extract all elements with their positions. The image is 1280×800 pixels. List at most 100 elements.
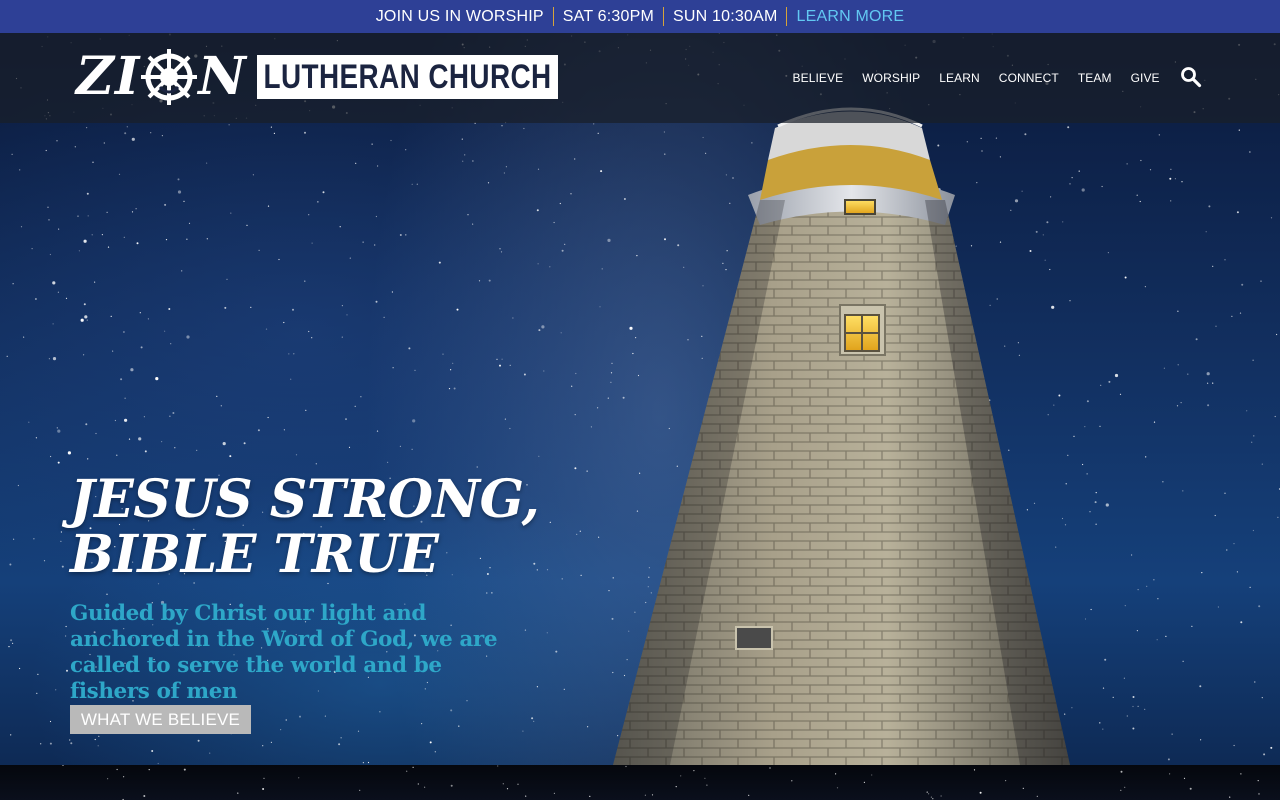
star [461, 138, 463, 140]
nav-connect[interactable]: CONNECT [999, 71, 1059, 85]
star [288, 353, 290, 355]
star [8, 646, 10, 648]
nav-learn[interactable]: LEARN [939, 71, 980, 85]
star [60, 531, 63, 533]
saturday-service-time: SAT 6:30PM [562, 7, 655, 25]
star [1123, 677, 1125, 679]
star [91, 234, 93, 236]
star [354, 405, 356, 407]
star [871, 774, 873, 776]
star [517, 783, 519, 785]
star [112, 350, 114, 352]
star [450, 784, 453, 787]
star [1217, 606, 1219, 608]
star [340, 737, 342, 739]
star [1140, 159, 1142, 162]
headline-line-1: JESUS STRONG, [70, 469, 540, 530]
star [273, 132, 275, 134]
star [1153, 421, 1156, 423]
hero-subtext: Guided by Christ our light and anchored … [70, 601, 498, 704]
star [263, 777, 265, 779]
star [222, 442, 226, 446]
star [564, 243, 566, 245]
star [1238, 129, 1240, 131]
what-we-believe-button[interactable]: WHAT WE BELIEVE [70, 705, 251, 734]
star [1144, 286, 1146, 288]
search-icon[interactable] [1180, 66, 1202, 88]
star [85, 423, 88, 426]
star [172, 412, 175, 414]
star [1144, 708, 1146, 711]
nav-give[interactable]: GIVE [1131, 71, 1160, 85]
footer-strip [0, 765, 1280, 800]
star [1119, 393, 1122, 395]
star [374, 244, 376, 246]
star [299, 715, 301, 718]
star [1182, 660, 1184, 662]
star [651, 794, 654, 796]
star [1177, 310, 1179, 312]
star [406, 770, 408, 772]
nav-believe[interactable]: BELIEVE [793, 71, 844, 85]
star [563, 688, 565, 690]
star [597, 407, 599, 409]
star [533, 720, 535, 723]
star [553, 792, 556, 794]
star [509, 427, 511, 430]
star [1105, 503, 1109, 507]
star [298, 777, 300, 779]
star [55, 689, 57, 691]
star [177, 178, 180, 181]
star [549, 266, 551, 268]
star [442, 353, 444, 355]
star [246, 224, 248, 226]
star [1145, 456, 1147, 458]
star [1254, 681, 1256, 683]
star [60, 540, 62, 542]
star [206, 238, 208, 240]
star [1261, 697, 1263, 699]
star [491, 592, 493, 594]
star [94, 281, 96, 283]
star [177, 190, 182, 194]
star [311, 242, 313, 244]
star [304, 131, 306, 134]
star [1249, 151, 1251, 153]
star [12, 642, 14, 645]
star [74, 146, 76, 148]
star [383, 316, 385, 318]
star [174, 447, 176, 449]
star [1100, 384, 1102, 386]
star [57, 461, 60, 464]
star [349, 257, 351, 259]
star [1236, 571, 1238, 573]
star [1162, 481, 1164, 483]
star [305, 409, 307, 411]
star [157, 762, 159, 765]
star [280, 729, 282, 731]
nav-worship[interactable]: WORSHIP [862, 71, 920, 85]
site-logo[interactable]: ZI N LUTHERAN CHURCH [76, 47, 624, 107]
star [47, 206, 49, 208]
star [1136, 194, 1138, 196]
star [122, 331, 125, 333]
star [1124, 605, 1126, 607]
star [341, 305, 343, 307]
star [1207, 382, 1209, 384]
star [408, 347, 411, 350]
star [262, 745, 264, 747]
star [106, 593, 108, 595]
learn-more-link[interactable]: LEARN MORE [796, 8, 904, 26]
star [1132, 727, 1135, 730]
star [136, 242, 139, 245]
star [230, 212, 232, 214]
star [1251, 441, 1253, 443]
star [1252, 529, 1254, 532]
star [940, 795, 942, 797]
star [220, 405, 222, 407]
star [267, 416, 269, 419]
star [355, 162, 357, 164]
nav-team[interactable]: TEAM [1078, 71, 1112, 85]
star [186, 238, 188, 240]
star [541, 325, 545, 329]
